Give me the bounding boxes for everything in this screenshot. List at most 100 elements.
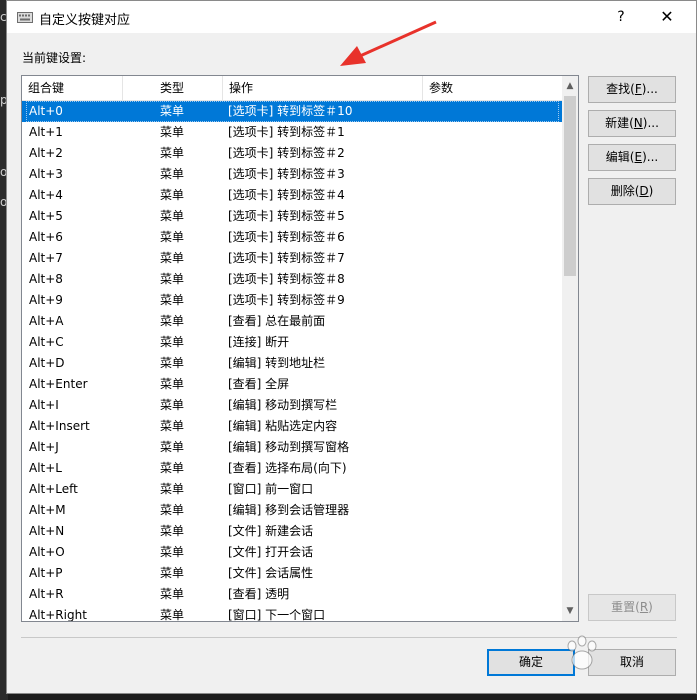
cell-action: [选项卡] 转到标签＃1: [228, 125, 345, 139]
table-row[interactable]: Alt+I 菜单 [编辑] 移动到撰写栏: [22, 395, 563, 416]
cell-key: Alt+A: [29, 314, 64, 328]
cell-key: Alt+Enter: [29, 377, 88, 391]
cell-action: [编辑] 转到地址栏: [228, 356, 326, 370]
cell-action: [选项卡] 转到标签＃8: [228, 272, 345, 286]
table-row[interactable]: Alt+O 菜单 [文件] 打开会话: [22, 542, 563, 563]
table-row[interactable]: Alt+N 菜单 [文件] 新建会话: [22, 521, 563, 542]
scroll-thumb[interactable]: [564, 96, 576, 276]
cell-key: Alt+0: [29, 104, 63, 118]
cell-key: Alt+7: [29, 251, 63, 265]
table-row[interactable]: Alt+J 菜单 [编辑] 移动到撰写窗格: [22, 437, 563, 458]
cell-action: [选项卡] 转到标签＃9: [228, 293, 345, 307]
cell-type: 菜单: [160, 230, 185, 244]
custom-keymap-dialog: 自定义按键对应 ? ✕ 当前键设置: 组合键 类型 操作 参数 Alt+0 菜单 […: [6, 0, 697, 694]
cell-key: Alt+I: [29, 398, 59, 412]
cell-type: 菜单: [160, 419, 185, 433]
table-row[interactable]: Alt+9 菜单 [选项卡] 转到标签＃9: [22, 290, 563, 311]
paw-icon: [567, 635, 597, 670]
cell-action: [选项卡] 转到标签＃5: [228, 209, 345, 223]
cell-key: Alt+D: [29, 356, 65, 370]
table-row[interactable]: Alt+3 菜单 [选项卡] 转到标签＃3: [22, 164, 563, 185]
cell-type: 菜单: [160, 482, 185, 496]
cell-type: 菜单: [160, 272, 185, 286]
cell-key: Alt+J: [29, 440, 59, 454]
cell-key: Alt+1: [29, 125, 63, 139]
cell-type: 菜单: [160, 440, 185, 454]
cell-action: [选项卡] 转到标签＃7: [228, 251, 345, 265]
cell-key: Alt+6: [29, 230, 63, 244]
cell-key: Alt+2: [29, 146, 63, 160]
table-row[interactable]: Alt+7 菜单 [选项卡] 转到标签＃7: [22, 248, 563, 269]
cell-action: [查看] 透明: [228, 587, 290, 601]
cell-action: [编辑] 移动到撰写窗格: [228, 440, 350, 454]
cell-type: 菜单: [160, 587, 185, 601]
column-header-action[interactable]: 操作: [223, 76, 423, 100]
table-row[interactable]: Alt+P 菜单 [文件] 会话属性: [22, 563, 563, 584]
scroll-up-icon[interactable]: ▲: [562, 78, 578, 94]
cell-action: [编辑] 移到会话管理器: [228, 503, 350, 517]
table-row[interactable]: Alt+1 菜单 [选项卡] 转到标签＃1: [22, 122, 563, 143]
cell-key: Alt+9: [29, 293, 63, 307]
cell-type: 菜单: [160, 377, 185, 391]
baidu-watermark: [562, 626, 672, 686]
cell-type: 菜单: [160, 167, 185, 181]
table-row[interactable]: Alt+4 菜单 [选项卡] 转到标签＃4: [22, 185, 563, 206]
vertical-scrollbar[interactable]: ▲ ▼: [562, 76, 578, 621]
table-row[interactable]: Alt+0 菜单 [选项卡] 转到标签＃10: [22, 101, 563, 122]
cell-action: [文件] 新建会话: [228, 524, 314, 538]
table-row[interactable]: Alt+Right 菜单 [窗口] 下一个窗口: [22, 605, 563, 621]
table-row[interactable]: Alt+5 菜单 [选项卡] 转到标签＃5: [22, 206, 563, 227]
cell-action: [选项卡] 转到标签＃4: [228, 188, 345, 202]
table-row[interactable]: Alt+C 菜单 [连接] 断开: [22, 332, 563, 353]
cell-type: 菜单: [160, 188, 185, 202]
cell-action: [选项卡] 转到标签＃2: [228, 146, 345, 160]
table-row[interactable]: Alt+8 菜单 [选项卡] 转到标签＃8: [22, 269, 563, 290]
title-bar[interactable]: 自定义按键对应 ? ✕: [7, 1, 696, 33]
close-button[interactable]: ✕: [644, 1, 690, 33]
cell-key: Alt+O: [29, 545, 65, 559]
table-row[interactable]: Alt+2 菜单 [选项卡] 转到标签＃2: [22, 143, 563, 164]
window-title: 自定义按键对应: [39, 13, 131, 28]
cell-type: 菜单: [160, 125, 185, 139]
table-row[interactable]: Alt+Enter 菜单 [查看] 全屏: [22, 374, 563, 395]
cell-action: [选项卡] 转到标签＃10: [228, 104, 353, 118]
column-header-param[interactable]: 参数: [423, 76, 563, 100]
cell-action: [文件] 会话属性: [228, 566, 314, 580]
cell-type: 菜单: [160, 314, 185, 328]
cell-type: 菜单: [160, 566, 185, 580]
scroll-down-icon[interactable]: ▼: [562, 603, 578, 619]
table-row[interactable]: Alt+6 菜单 [选项卡] 转到标签＃6: [22, 227, 563, 248]
cell-type: 菜单: [160, 104, 185, 118]
key-binding-list[interactable]: 组合键 类型 操作 参数 Alt+0 菜单 [选项卡] 转到标签＃10 Alt+1 菜单…: [21, 75, 579, 622]
cell-key: Alt+P: [29, 566, 63, 580]
new-button[interactable]: 新建(N)...: [588, 110, 676, 137]
table-row[interactable]: Alt+Left 菜单 [窗口] 前一窗口: [22, 479, 563, 500]
cell-key: Alt+L: [29, 461, 62, 475]
table-row[interactable]: Alt+A 菜单 [查看] 总在最前面: [22, 311, 563, 332]
table-row[interactable]: Alt+D 菜单 [编辑] 转到地址栏: [22, 353, 563, 374]
list-header: 组合键 类型 操作 参数: [22, 76, 563, 101]
table-row[interactable]: Alt+L 菜单 [查看] 选择布局(向下): [22, 458, 563, 479]
cell-action: [选项卡] 转到标签＃6: [228, 230, 345, 244]
delete-button[interactable]: 删除(D): [588, 178, 676, 205]
cell-type: 菜单: [160, 293, 185, 307]
find-button[interactable]: 查找(F)...: [588, 76, 676, 103]
keyboard-icon: [17, 12, 33, 23]
cell-type: 菜单: [160, 398, 185, 412]
column-header-type[interactable]: 类型: [123, 76, 223, 100]
cell-type: 菜单: [160, 461, 185, 475]
reset-button[interactable]: 重置(R): [588, 594, 676, 621]
table-row[interactable]: Alt+M 菜单 [编辑] 移到会话管理器: [22, 500, 563, 521]
cell-type: 菜单: [160, 503, 185, 517]
table-row[interactable]: Alt+Insert 菜单 [编辑] 粘贴选定内容: [22, 416, 563, 437]
cell-key: Alt+C: [29, 335, 64, 349]
edit-button[interactable]: 编辑(E)...: [588, 144, 676, 171]
cell-type: 菜单: [160, 251, 185, 265]
cell-key: Alt+5: [29, 209, 63, 223]
table-row[interactable]: Alt+R 菜单 [查看] 透明: [22, 584, 563, 605]
help-button[interactable]: ?: [598, 1, 644, 33]
column-header-key[interactable]: 组合键: [22, 76, 123, 100]
cell-action: [查看] 选择布局(向下): [228, 461, 347, 475]
list-rows: Alt+0 菜单 [选项卡] 转到标签＃10 Alt+1 菜单 [选项卡] 转到标签＃1 A…: [22, 101, 563, 621]
current-keys-label: 当前键设置:: [22, 51, 87, 65]
